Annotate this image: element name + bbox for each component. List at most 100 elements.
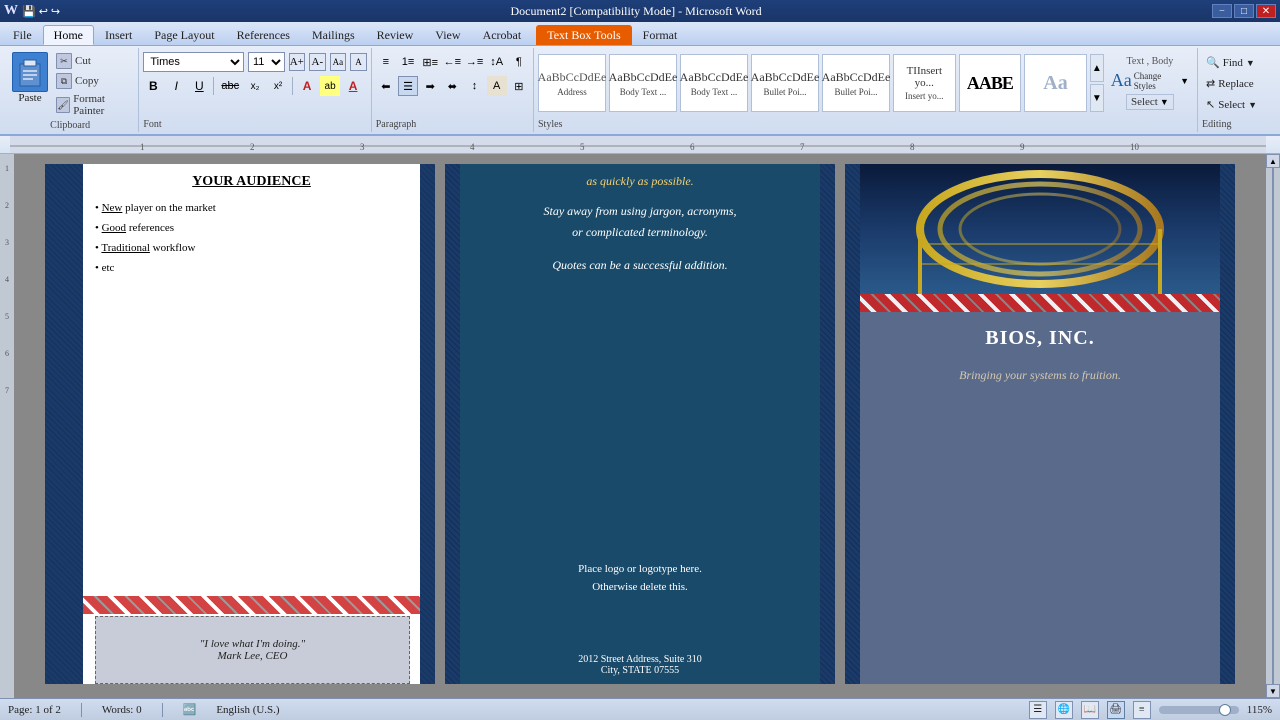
tab-mailings[interactable]: Mailings [301, 25, 366, 45]
tab-insert[interactable]: Insert [94, 25, 143, 45]
style-address[interactable]: AaBbCcDdEe Address [538, 54, 606, 112]
justify-button[interactable]: ⬌ [442, 76, 462, 96]
tab-acrobat[interactable]: Acrobat [472, 25, 533, 45]
close-button[interactable]: ✕ [1256, 4, 1276, 18]
sort-button[interactable]: ↕A [487, 52, 507, 72]
bullets-button[interactable]: ≡ [376, 52, 396, 72]
replace-label: Replace [1218, 78, 1253, 90]
style-bullet-1[interactable]: AaBbCcDdEe Bullet Poi... [751, 54, 819, 112]
font-color-button[interactable]: A [343, 76, 363, 96]
strikethrough-button[interactable]: abc [218, 76, 242, 96]
titlebar-left: W 💾 ↩ ↪ [4, 3, 60, 19]
subscript-button[interactable]: x₂ [245, 76, 265, 96]
font-row-2: B I U abc x₂ x² A ab A [143, 74, 366, 98]
tab-text-box-tools[interactable]: Text Box Tools [536, 25, 631, 45]
change-styles-button[interactable]: Aa Change Styles ▼ [1111, 70, 1189, 91]
style-body-text-2[interactable]: AaBbCcDdEe Body Text ... [680, 54, 748, 112]
multilevel-list-button[interactable]: ⊞≡ [420, 52, 440, 72]
align-right-button[interactable]: ➡ [420, 76, 440, 96]
text-effects-button[interactable]: A [297, 76, 317, 96]
undo-icon[interactable]: ↩ [39, 5, 48, 18]
select-edit-button[interactable]: ↖ Select ▼ [1202, 96, 1274, 113]
increase-indent-button[interactable]: →≡ [464, 52, 484, 72]
change-case-button[interactable]: Aa [330, 53, 347, 71]
style-bullet-1-label: Bullet Poi... [763, 87, 806, 97]
tab-file[interactable]: File [2, 25, 43, 45]
save-icon[interactable]: 💾 [22, 5, 36, 18]
page1-quote-box[interactable]: "I love what I'm doing." Mark Lee, CEO [95, 616, 410, 684]
select-button[interactable]: Select ▼ [1126, 94, 1174, 110]
numbering-button[interactable]: 1≡ [398, 52, 418, 72]
view-read-button[interactable]: 📖 [1081, 701, 1099, 719]
clear-format-button[interactable]: A [350, 53, 367, 71]
titlebar: W 💾 ↩ ↪ Document2 [Compatibility Mode] -… [0, 0, 1280, 22]
view-outline-button[interactable]: ≡ [1133, 701, 1151, 719]
scroll-thumb[interactable] [1272, 168, 1274, 684]
show-formatting-button[interactable]: ¶ [509, 52, 529, 72]
style-insert-label: Insert yo... [905, 91, 944, 101]
select-dropdown-icon: ▼ [1160, 97, 1169, 107]
paste-button[interactable]: Paste [8, 50, 52, 106]
tab-references[interactable]: References [226, 25, 301, 45]
view-print-button[interactable]: 🖨 [1107, 701, 1125, 719]
tab-view[interactable]: View [424, 25, 471, 45]
style-big[interactable]: AABE [959, 54, 1022, 112]
styles-scroll-up[interactable]: ▲ [1090, 54, 1104, 82]
cut-button[interactable]: ✂ Cut [54, 52, 132, 70]
list-item: New player on the market [95, 202, 408, 214]
zoom-thumb[interactable] [1219, 704, 1231, 716]
select-edit-icon: ↖ [1206, 98, 1215, 111]
line-spacing-button[interactable]: ↕ [464, 76, 484, 96]
style-body-text-1[interactable]: AaBbCcDdEe Body Text ... [609, 54, 677, 112]
find-button[interactable]: 🔍 Find ▼ [1202, 54, 1274, 71]
view-web-button[interactable]: 🌐 [1055, 701, 1073, 719]
copy-button[interactable]: ⧉ Copy [54, 72, 132, 90]
text-highlight-button[interactable]: ab [320, 76, 340, 96]
replace-button[interactable]: ⇄ Replace [1202, 75, 1274, 92]
underline-button[interactable]: U [189, 76, 209, 96]
font-name-select[interactable]: Times [143, 52, 244, 72]
style-aa[interactable]: Aa [1024, 54, 1087, 112]
vertical-scrollbar[interactable]: ▲ ▼ [1266, 154, 1280, 698]
tab-page-layout-label: Page Layout [154, 28, 214, 43]
styles-scroll-down[interactable]: ▼ [1090, 84, 1104, 112]
borders-button[interactable]: ⊞ [509, 76, 529, 96]
superscript-button[interactable]: x² [268, 76, 288, 96]
tab-page-layout[interactable]: Page Layout [143, 25, 225, 45]
italic-button[interactable]: I [166, 76, 186, 96]
tab-insert-label: Insert [105, 28, 132, 43]
spell-check-icon[interactable]: 🔤 [183, 703, 197, 716]
page3-content: BIOS, INC. Bringing your systems to frui… [860, 164, 1220, 684]
style-bullet-2[interactable]: AaBbCcDdEe Bullet Poi... [822, 54, 890, 112]
scroll-down-button[interactable]: ▼ [1266, 684, 1280, 698]
font-size-decrease[interactable]: A- [309, 53, 326, 71]
minimize-button[interactable]: − [1212, 4, 1232, 18]
style-insert[interactable]: ΤΙInsert yo... Insert yo... [893, 54, 956, 112]
view-normal-button[interactable]: ☰ [1029, 701, 1047, 719]
bold-button[interactable]: B [143, 76, 163, 96]
status-separator-2 [162, 703, 163, 717]
align-center-button[interactable]: ☰ [398, 76, 418, 96]
scroll-up-button[interactable]: ▲ [1266, 154, 1280, 168]
text-body-label[interactable]: Text , Body [1126, 56, 1173, 67]
redo-icon[interactable]: ↪ [51, 5, 60, 18]
tab-format[interactable]: Format [632, 25, 689, 45]
window-controls: − □ ✕ [1212, 4, 1276, 18]
paste-icon [12, 52, 48, 92]
zoom-slider[interactable] [1159, 706, 1239, 714]
svg-text:4: 4 [470, 142, 475, 152]
tab-home[interactable]: Home [43, 25, 94, 45]
maximize-button[interactable]: □ [1234, 4, 1254, 18]
shading-button[interactable]: A [487, 76, 507, 96]
tab-mailings-label: Mailings [312, 28, 355, 43]
font-size-increase[interactable]: A+ [289, 53, 306, 71]
font-group: Times 11 A+ A- Aa A B I U abc x₂ x² A ab… [139, 48, 371, 132]
format-painter-button[interactable]: 🖌 Format Painter [54, 92, 132, 118]
font-size-select[interactable]: 11 [248, 52, 285, 72]
tab-file-label: File [13, 28, 32, 43]
page2-intro-text: as quickly as possible. [475, 172, 805, 191]
align-left-button[interactable]: ⬅ [376, 76, 396, 96]
ribbon-tabbar: File Home Insert Page Layout References … [0, 22, 1280, 46]
decrease-indent-button[interactable]: ←≡ [442, 52, 462, 72]
tab-review[interactable]: Review [366, 25, 425, 45]
